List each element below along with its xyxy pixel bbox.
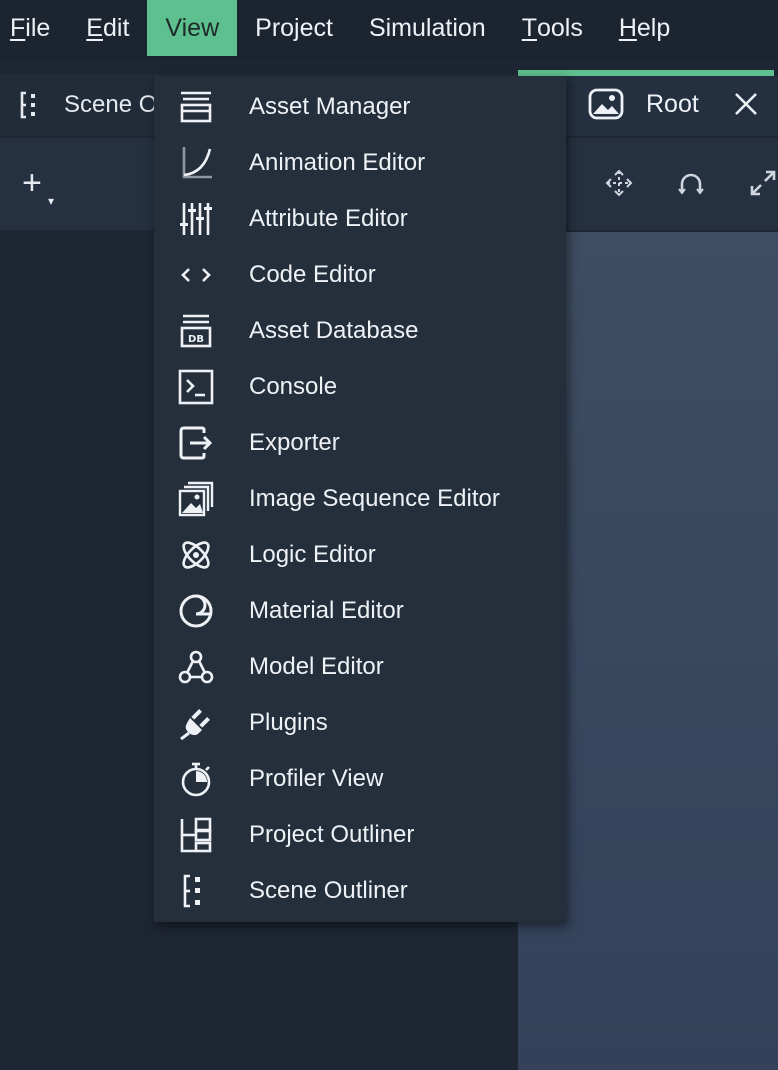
- scene-outliner-icon: [176, 873, 216, 909]
- project-tree-icon: [176, 817, 216, 853]
- image-icon: [588, 88, 624, 120]
- menu-item-material-editor[interactable]: Material Editor: [154, 582, 566, 638]
- menu-simulation[interactable]: Simulation: [351, 0, 504, 56]
- menu-item-label: Code Editor: [249, 261, 376, 288]
- menu-item-asset-database[interactable]: DB Asset Database: [154, 302, 566, 358]
- menu-tools-label: ools: [536, 13, 583, 42]
- menu-item-asset-manager[interactable]: Asset Manager: [154, 78, 566, 134]
- sliders-icon: [176, 201, 216, 237]
- menu-file-label: ile: [25, 13, 51, 42]
- menu-tools-mnemonic: T: [521, 13, 537, 42]
- menu-help-label: elp: [636, 13, 671, 42]
- menu-help-mnemonic: H: [618, 13, 637, 42]
- scene-outliner-icon: [16, 90, 40, 120]
- add-label: +: [22, 164, 42, 202]
- menu-item-plugins[interactable]: Plugins: [154, 694, 566, 750]
- scale-icon[interactable]: [748, 168, 778, 198]
- menu-item-model-editor[interactable]: Model Editor: [154, 638, 566, 694]
- menu-edit[interactable]: Edit: [68, 0, 147, 56]
- menu-view[interactable]: View: [147, 0, 238, 56]
- plug-icon: [176, 705, 216, 741]
- menu-item-label: Asset Database: [249, 317, 419, 344]
- menu-item-label: Logic Editor: [249, 541, 376, 568]
- menu-item-label: Exporter: [249, 429, 340, 456]
- model-graph-icon: [176, 649, 216, 685]
- close-icon[interactable]: [732, 90, 760, 118]
- rotate-icon[interactable]: [676, 168, 706, 198]
- menu-file[interactable]: File: [0, 0, 68, 56]
- menu-item-image-sequence-editor[interactable]: Image Sequence Editor: [154, 470, 566, 526]
- menu-view-label: View: [165, 13, 220, 42]
- menu-item-label: Image Sequence Editor: [249, 485, 500, 512]
- menu-item-code-editor[interactable]: Code Editor: [154, 246, 566, 302]
- menu-item-label: Plugins: [249, 709, 328, 736]
- menu-item-animation-editor[interactable]: Animation Editor: [154, 134, 566, 190]
- menu-item-label: Profiler View: [249, 765, 384, 792]
- menu-tools[interactable]: Tools: [504, 0, 601, 56]
- viewport-title: Root: [646, 90, 699, 118]
- move-icon[interactable]: [604, 168, 634, 198]
- menu-item-label: Model Editor: [249, 653, 384, 680]
- menu-item-label: Animation Editor: [249, 149, 426, 176]
- menu-item-label: Console: [249, 373, 338, 400]
- menu-help[interactable]: Help: [601, 0, 688, 56]
- menu-item-label: Material Editor: [249, 597, 404, 624]
- animation-curve-icon: [176, 145, 216, 181]
- menu-item-label: Scene Outliner: [249, 877, 408, 904]
- add-node-button[interactable]: + ▾: [22, 166, 62, 208]
- menubar: File Edit View Project Simulation Tools …: [0, 0, 778, 60]
- menu-item-label: Asset Manager: [249, 93, 411, 120]
- asset-manager-icon: [176, 89, 216, 125]
- menu-item-profiler-view[interactable]: Profiler View: [154, 750, 566, 806]
- chevron-down-icon: ▾: [48, 194, 55, 208]
- menu-project-label: Project: [255, 13, 333, 42]
- menu-item-label: Project Outliner: [249, 821, 415, 848]
- menu-edit-label: dit: [102, 13, 130, 42]
- terminal-icon: [176, 369, 216, 405]
- atom-icon: [176, 537, 216, 573]
- menu-item-attribute-editor[interactable]: Attribute Editor: [154, 190, 566, 246]
- menu-project[interactable]: Project: [237, 0, 351, 56]
- image-sequence-icon: [176, 481, 216, 517]
- view-menu-dropdown: Asset Manager Animation Editor Attribute…: [154, 76, 566, 922]
- menu-item-exporter[interactable]: Exporter: [154, 414, 566, 470]
- menu-item-logic-editor[interactable]: Logic Editor: [154, 526, 566, 582]
- code-icon: [176, 257, 216, 293]
- menu-item-console[interactable]: Console: [154, 358, 566, 414]
- menu-edit-mnemonic: E: [86, 13, 103, 42]
- menu-file-mnemonic: F: [10, 13, 26, 42]
- svg-text:DB: DB: [188, 334, 204, 345]
- menu-item-project-outliner[interactable]: Project Outliner: [154, 806, 566, 862]
- stopwatch-icon: [176, 761, 216, 797]
- menu-simulation-label: Simulation: [368, 13, 486, 42]
- menu-item-label: Attribute Editor: [249, 205, 408, 232]
- menu-item-scene-outliner[interactable]: Scene Outliner: [154, 862, 566, 918]
- export-icon: [176, 425, 216, 461]
- material-sphere-icon: [176, 593, 216, 629]
- database-icon: DB: [176, 313, 216, 349]
